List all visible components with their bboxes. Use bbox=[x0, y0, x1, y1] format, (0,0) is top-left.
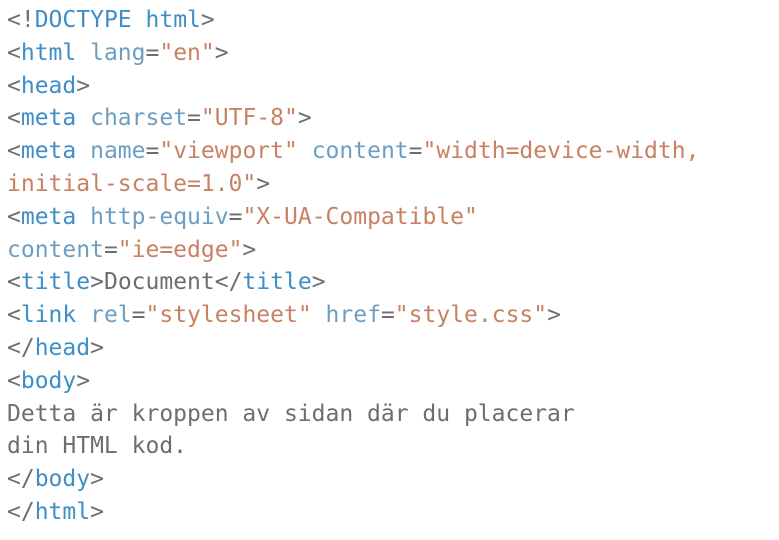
attribute-value-token: "viewport" bbox=[159, 138, 298, 165]
punctuation-token: < bbox=[7, 105, 21, 132]
tag-name-token: html bbox=[34, 498, 91, 525]
punctuation-token bbox=[298, 138, 312, 164]
punctuation-token: = bbox=[145, 138, 160, 165]
attribute-value-token: "width=device-width, bbox=[422, 138, 700, 165]
punctuation-token: > bbox=[90, 269, 104, 296]
punctuation-token: < bbox=[7, 269, 21, 296]
punctuation-token: < bbox=[7, 39, 21, 66]
punctuation-token: > bbox=[90, 498, 104, 525]
attribute-name-token: content bbox=[311, 138, 409, 165]
punctuation-token: < bbox=[7, 203, 21, 230]
punctuation-token: > bbox=[214, 39, 229, 66]
punctuation-token: > bbox=[76, 367, 91, 394]
attribute-name-token: name bbox=[90, 138, 146, 165]
punctuation-token: > bbox=[200, 7, 215, 33]
code-line: <meta charset="UTF-8"> bbox=[7, 102, 699, 135]
text-token: Detta är kroppen av sidan där du placera… bbox=[7, 400, 575, 427]
punctuation-token bbox=[76, 105, 90, 131]
punctuation-token: > bbox=[76, 72, 91, 99]
tag-name-token: title bbox=[242, 269, 312, 296]
attribute-name-token: lang bbox=[90, 39, 146, 66]
punctuation-token: < bbox=[7, 367, 21, 394]
punctuation-token: < bbox=[7, 72, 21, 99]
code-line: din HTML kod. bbox=[7, 430, 699, 463]
attribute-value-token: "X-UA-Compatible" bbox=[242, 203, 478, 230]
attribute-value-token: initial-scale=1.0" bbox=[7, 170, 257, 197]
code-line: <title>Document</title> bbox=[7, 266, 699, 299]
punctuation-token bbox=[76, 302, 90, 328]
text-token: din HTML kod. bbox=[7, 433, 188, 460]
punctuation-token: > bbox=[90, 334, 104, 361]
code-line: <head> bbox=[7, 70, 699, 103]
punctuation-token: = bbox=[380, 302, 395, 329]
punctuation-token: = bbox=[408, 138, 423, 165]
punctuation-token: = bbox=[145, 39, 160, 66]
attribute-name-token: href bbox=[325, 302, 381, 329]
code-line: content="ie=edge"> bbox=[7, 234, 699, 267]
punctuation-token: > bbox=[547, 302, 561, 329]
punctuation-token: </ bbox=[7, 466, 35, 493]
code-line: <!DOCTYPE html> bbox=[7, 4, 699, 37]
punctuation-token bbox=[312, 302, 326, 328]
code-line: </body> bbox=[7, 463, 699, 496]
punctuation-token: > bbox=[256, 170, 271, 197]
punctuation-token: = bbox=[228, 203, 243, 230]
attribute-value-token: "UTF-8" bbox=[200, 105, 298, 132]
attribute-value-token: "style.css" bbox=[394, 302, 548, 329]
punctuation-token: = bbox=[103, 236, 118, 263]
punctuation-token: > bbox=[242, 236, 257, 263]
code-line: </head> bbox=[7, 332, 699, 365]
punctuation-token bbox=[76, 40, 90, 66]
punctuation-token: > bbox=[297, 105, 312, 132]
punctuation-token: = bbox=[187, 105, 201, 132]
punctuation-token bbox=[76, 204, 90, 230]
attribute-value-token: "ie=edge" bbox=[117, 236, 243, 263]
tag-name-token: body bbox=[20, 367, 77, 394]
punctuation-token: > bbox=[311, 269, 326, 296]
tag-name-token: meta bbox=[20, 203, 77, 230]
code-line: <meta name="viewport" content="width=dev… bbox=[7, 135, 699, 168]
punctuation-token bbox=[76, 138, 90, 164]
tag-name-token: html bbox=[20, 39, 77, 66]
attribute-value-token: "en" bbox=[159, 39, 215, 66]
punctuation-token: > bbox=[90, 466, 104, 493]
punctuation-token bbox=[132, 7, 146, 33]
tag-name-token: DOCTYPE bbox=[34, 7, 132, 33]
tag-name-token: meta bbox=[20, 138, 77, 165]
punctuation-token: < bbox=[7, 138, 21, 165]
punctuation-token: = bbox=[131, 302, 146, 329]
code-line: <html lang="en"> bbox=[7, 37, 699, 70]
punctuation-token: < bbox=[7, 302, 21, 329]
attribute-name-token: http-equiv bbox=[90, 203, 229, 230]
attribute-name-token: charset bbox=[90, 105, 188, 132]
code-line: initial-scale=1.0"> bbox=[7, 168, 699, 201]
attribute-name-token: content bbox=[7, 236, 104, 263]
code-line: <meta http-equiv="X-UA-Compatible" bbox=[7, 201, 699, 234]
attribute-name-token: rel bbox=[90, 302, 132, 329]
code-line: <link rel="stylesheet" href="style.css"> bbox=[7, 299, 699, 332]
code-line: <body> bbox=[7, 365, 699, 398]
tag-name-token: link bbox=[20, 302, 77, 329]
tag-name-token: meta bbox=[20, 105, 77, 132]
tag-name-token: body bbox=[34, 466, 91, 493]
text-token: Document bbox=[103, 269, 215, 296]
tag-name-token: head bbox=[20, 72, 77, 99]
tag-name-token: head bbox=[34, 334, 91, 361]
punctuation-token: </ bbox=[214, 269, 243, 296]
code-line: Detta är kroppen av sidan där du placera… bbox=[7, 398, 699, 431]
code-line: </html> bbox=[7, 496, 699, 529]
tag-name-token: title bbox=[20, 269, 91, 296]
tag-name-token: html bbox=[145, 7, 201, 33]
code-snippet: <!DOCTYPE html> <html lang="en"> <head> <me… bbox=[7, 4, 699, 529]
punctuation-token: <! bbox=[7, 7, 35, 33]
attribute-value-token: "stylesheet" bbox=[145, 302, 312, 329]
punctuation-token: </ bbox=[7, 498, 35, 525]
punctuation-token: </ bbox=[7, 334, 35, 361]
